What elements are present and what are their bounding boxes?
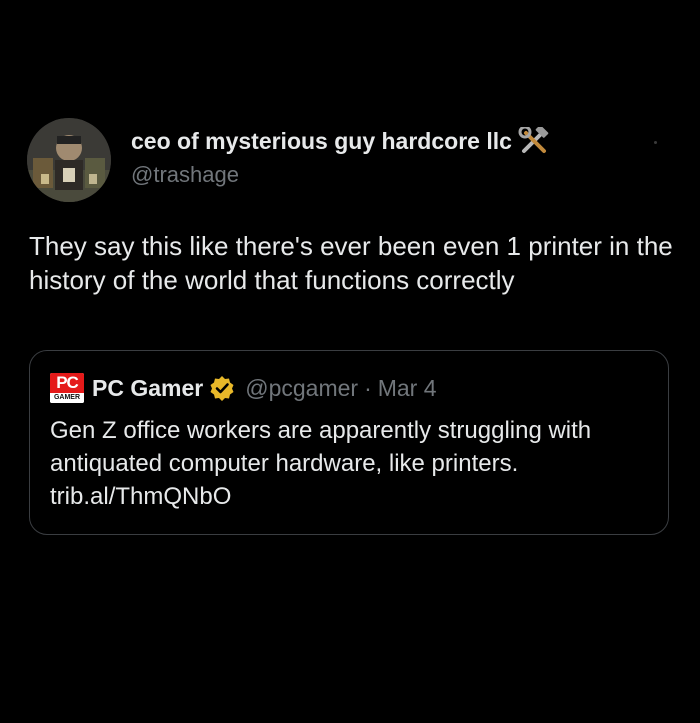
quoted-post-date[interactable]: Mar 4 [378,375,437,402]
author-name-text: ceo of mysterious guy hardcore llc [131,127,512,154]
tweet: ceo of mysterious guy hardcore llc @tras… [0,0,700,723]
author-handle[interactable]: @trashage [131,162,239,188]
quoted-post-link[interactable]: trib.al/ThmQNbO [50,480,650,513]
quoted-post-line-2: antiquated computer hardware, like print… [50,450,519,477]
hammer-and-wrench-icon [518,125,550,155]
pc-gamer-logo-text: PC [50,373,84,393]
more-options-icon[interactable] [654,141,657,144]
quoted-post-text: Gen Z office workers are apparently stru… [50,414,650,513]
quoted-author-name[interactable]: PC Gamer [92,375,203,402]
post-text: They say this like there's ever been eve… [29,231,673,295]
author-display-name[interactable]: ceo of mysterious guy hardcore llc [131,125,550,155]
pc-gamer-logo-subtext: GAMER [50,393,84,403]
quoted-author-handle[interactable]: @pcgamer [245,375,358,402]
meta-separator: · [364,374,372,401]
quoted-post-header: PC Gamer @pcgamer · Mar 4 [92,373,437,403]
quoted-post-line-1: Gen Z office workers are apparently stru… [50,417,592,444]
avatar[interactable] [27,118,111,202]
pc-gamer-logo: PC GAMER [50,373,84,403]
verified-badge-icon [209,375,235,401]
avatar-image [27,118,111,202]
quoted-post-card[interactable]: PC GAMER PC Gamer @pcgamer · Mar 4 Gen Z… [29,350,669,535]
